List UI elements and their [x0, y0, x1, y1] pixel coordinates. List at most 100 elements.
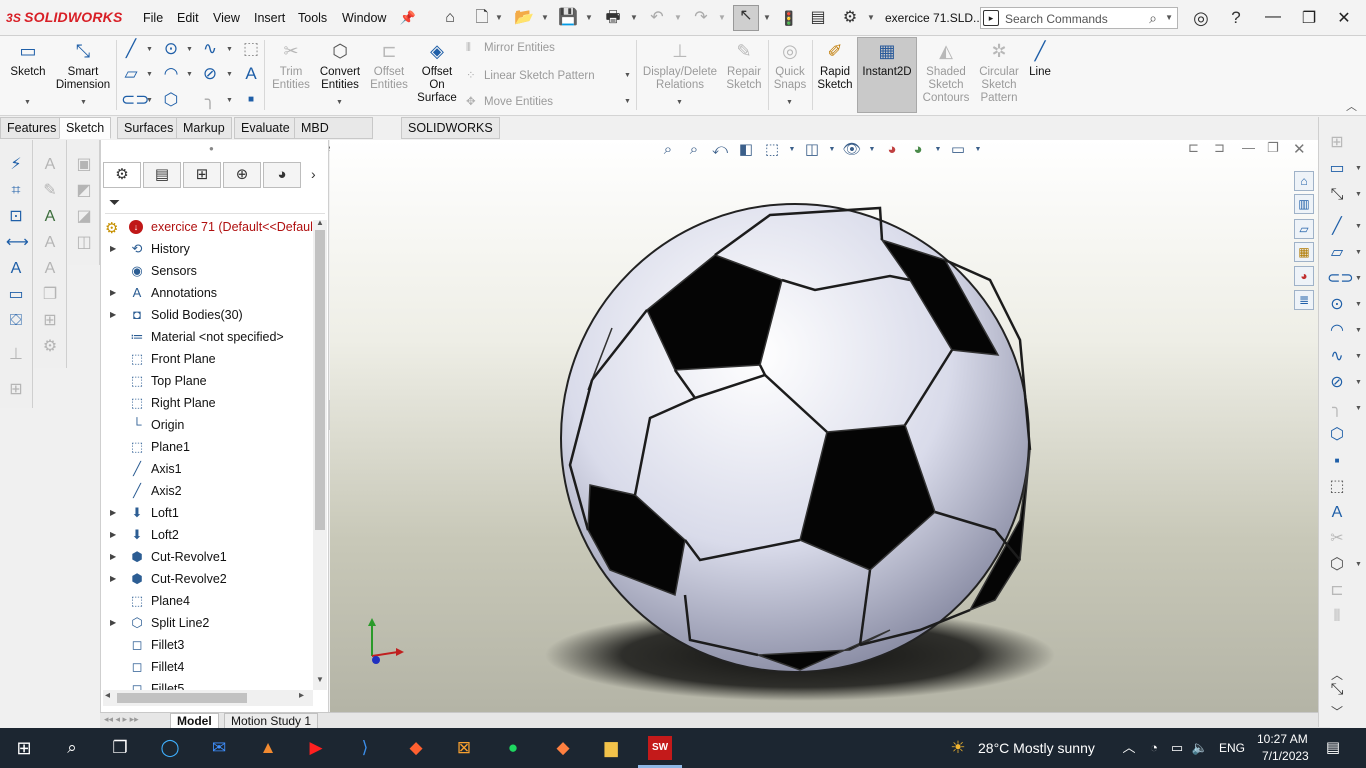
polygon-tool-icon[interactable]: ⬡: [161, 90, 181, 110]
repair-sketch-button[interactable]: ✎ Repair Sketch: [722, 40, 766, 92]
scroll-left-icon[interactable]: ◂: [105, 690, 110, 701]
tree-root-part[interactable]: ⚙ ↓ exercice 71 (Default<<Default: [101, 216, 313, 238]
right-mirror-icon[interactable]: ⫴: [1327, 607, 1347, 627]
custom-properties-icon[interactable]: ≣: [1294, 290, 1314, 310]
exit-sketch-icon[interactable]: ▭: [1327, 159, 1347, 179]
right-fillet-caret-icon[interactable]: ▼: [1355, 405, 1362, 412]
clock-date[interactable]: 7/1/2023: [1262, 749, 1309, 763]
view-icon-2[interactable]: ◩: [74, 181, 94, 201]
print-caret-icon[interactable]: ▼: [630, 13, 638, 22]
right-trim-icon[interactable]: ✂: [1327, 529, 1347, 549]
expand-arrow-icon[interactable]: ▶: [110, 502, 116, 524]
options-gear-icon[interactable]: ⚙: [840, 8, 860, 28]
tree-item[interactable]: ◻ Fillet3: [101, 634, 313, 656]
open-icon[interactable]: 📂: [514, 8, 534, 28]
undo-caret-icon[interactable]: ▼: [674, 13, 682, 22]
smart-tool-icon[interactable]: ⚡: [6, 155, 26, 175]
auto-annotation-icon[interactable]: A: [40, 207, 60, 227]
quick-snaps-caret-icon[interactable]: ▼: [786, 99, 793, 106]
language-indicator[interactable]: ENG: [1219, 741, 1245, 755]
point-tool-icon[interactable]: ■: [241, 90, 261, 110]
vscode-icon[interactable]: ⟩: [353, 736, 377, 760]
help-icon[interactable]: ?: [1226, 8, 1246, 28]
tab-markup[interactable]: Markup: [176, 117, 232, 139]
tab-model[interactable]: Model: [170, 713, 219, 729]
quick-snaps-button[interactable]: ◎ Quick Snaps: [770, 40, 810, 92]
annotation-edit-icon[interactable]: ✎: [40, 181, 60, 201]
circle-caret-icon[interactable]: ▼: [186, 46, 193, 53]
home-icon[interactable]: ⌂: [440, 8, 460, 28]
circle-tool-icon[interactable]: ⊙: [161, 39, 181, 59]
matlab-icon[interactable]: ▲: [256, 736, 280, 760]
right-arc-icon[interactable]: ◠: [1327, 321, 1347, 341]
tree-item[interactable]: ◉ Sensors: [101, 260, 313, 282]
volume-icon[interactable]: 🔈: [1188, 736, 1212, 760]
tab-mbd-dimensions[interactable]: MBD Dimensions: [294, 117, 374, 155]
move-caret-icon[interactable]: ▼: [624, 98, 631, 105]
move-entities-button[interactable]: ✥ Move Entities: [466, 94, 553, 108]
line-button[interactable]: ╱ Line: [1026, 40, 1054, 79]
line-tool-icon[interactable]: ╱: [121, 39, 141, 59]
circular-sketch-pattern-button[interactable]: ✲ Circular Sketch Pattern: [974, 40, 1024, 105]
tree-item[interactable]: ▶ ⬢ Cut-Revolve1: [101, 546, 313, 568]
search-caret-icon[interactable]: ▼: [1165, 13, 1173, 22]
scroll-down-icon[interactable]: ▼: [316, 675, 324, 684]
right-fillet-icon[interactable]: ╮: [1327, 399, 1347, 419]
right-text-icon[interactable]: A: [1327, 503, 1347, 523]
right-convert-caret-icon[interactable]: ▼: [1355, 561, 1362, 568]
datum-icon[interactable]: ⛋: [6, 311, 26, 331]
close-window-icon[interactable]: ✕: [1334, 8, 1354, 28]
convert-caret-icon[interactable]: ▼: [336, 99, 343, 106]
windows-start-icon[interactable]: ⊞: [12, 736, 36, 760]
select-caret-icon[interactable]: ▼: [763, 13, 771, 22]
sketch-caret-icon[interactable]: ▼: [24, 99, 31, 106]
exit-sketch-caret-icon[interactable]: ▼: [1355, 165, 1362, 172]
tab-sketch[interactable]: Sketch: [59, 117, 112, 139]
annotation-a-icon[interactable]: A: [40, 155, 60, 175]
linear-pattern-caret-icon[interactable]: ▼: [624, 72, 631, 79]
tab-solidworks-add-ins[interactable]: SOLIDWORKS Add-Ins: [401, 117, 500, 155]
tree-item[interactable]: ▶ ⬇ Loft2: [101, 524, 313, 546]
soccer-ball-model[interactable]: [330, 140, 1318, 712]
menu-edit[interactable]: Edit: [177, 11, 199, 25]
offset-on-surface-button[interactable]: ◈ Offset On Surface: [414, 40, 460, 105]
smart-dimension-button[interactable]: ⤡ Smart Dimension: [52, 40, 114, 92]
instant2d-button[interactable]: ▦ Instant2D: [857, 40, 917, 79]
file-explorer-icon[interactable]: ▱: [1294, 219, 1314, 239]
right-line-caret-icon[interactable]: ▼: [1355, 223, 1362, 230]
new-caret-icon[interactable]: ▼: [495, 13, 503, 22]
graphics-area[interactable]: ⌕ ⌕ ⤺ ◧ ⬚ ▼ ◫ ▼ 👁 ▼ ◕ ◕ ▼ ▭ ▼ ⊏ ⊐ — ❐ ✕: [330, 140, 1318, 712]
tree-vertical-scrollbar[interactable]: ▲ ▼: [313, 218, 327, 690]
menu-insert[interactable]: Insert: [254, 11, 285, 25]
notification-center-icon[interactable]: ▤: [1321, 736, 1345, 760]
dimxpertmanager-tab-icon[interactable]: ⊕: [223, 162, 261, 188]
clock-time[interactable]: 10:27 AM: [1257, 732, 1308, 746]
tree-item[interactable]: ▶ ⬢ Cut-Revolve2: [101, 568, 313, 590]
tab-evaluate[interactable]: Evaluate: [234, 117, 297, 139]
rebuild-traffic-light-icon[interactable]: 🚦: [779, 8, 799, 28]
tree-item[interactable]: ╱ Axis2: [101, 480, 313, 502]
configurationmanager-tab-icon[interactable]: ⊞: [183, 162, 221, 188]
expand-arrow-icon[interactable]: ▶: [110, 546, 116, 568]
annotation-settings-icon[interactable]: ⚙: [40, 337, 60, 357]
tree-item[interactable]: ⬚ Plane1: [101, 436, 313, 458]
restore-window-icon[interactable]: ❐: [1299, 8, 1319, 28]
weather-icon[interactable]: ☀: [946, 736, 970, 760]
right-spline-caret-icon[interactable]: ▼: [1355, 353, 1362, 360]
hscroll-thumb[interactable]: [117, 693, 247, 703]
view-icon-3[interactable]: ◪: [74, 207, 94, 227]
fillet-tool-icon[interactable]: ╮: [200, 90, 220, 110]
menu-tools[interactable]: Tools: [298, 11, 327, 25]
file-properties-icon[interactable]: ▤: [808, 8, 828, 28]
display-delete-relations-button[interactable]: ⊥ Display/Delete Relations: [640, 40, 720, 92]
spline-tool-icon[interactable]: ∿: [200, 39, 220, 59]
save-icon[interactable]: 💾: [558, 8, 578, 28]
redo-icon[interactable]: ↷: [691, 8, 711, 28]
youtube-icon[interactable]: ▶: [304, 736, 328, 760]
spotify-icon[interactable]: ●: [501, 736, 525, 760]
text-tool-icon[interactable]: A: [241, 64, 261, 84]
right-point-icon[interactable]: ■: [1327, 451, 1347, 471]
minimize-window-icon[interactable]: —: [1263, 8, 1283, 26]
fillet-caret-icon[interactable]: ▼: [226, 97, 233, 104]
linear-sketch-pattern-button[interactable]: ⁘ Linear Sketch Pattern: [466, 68, 595, 82]
